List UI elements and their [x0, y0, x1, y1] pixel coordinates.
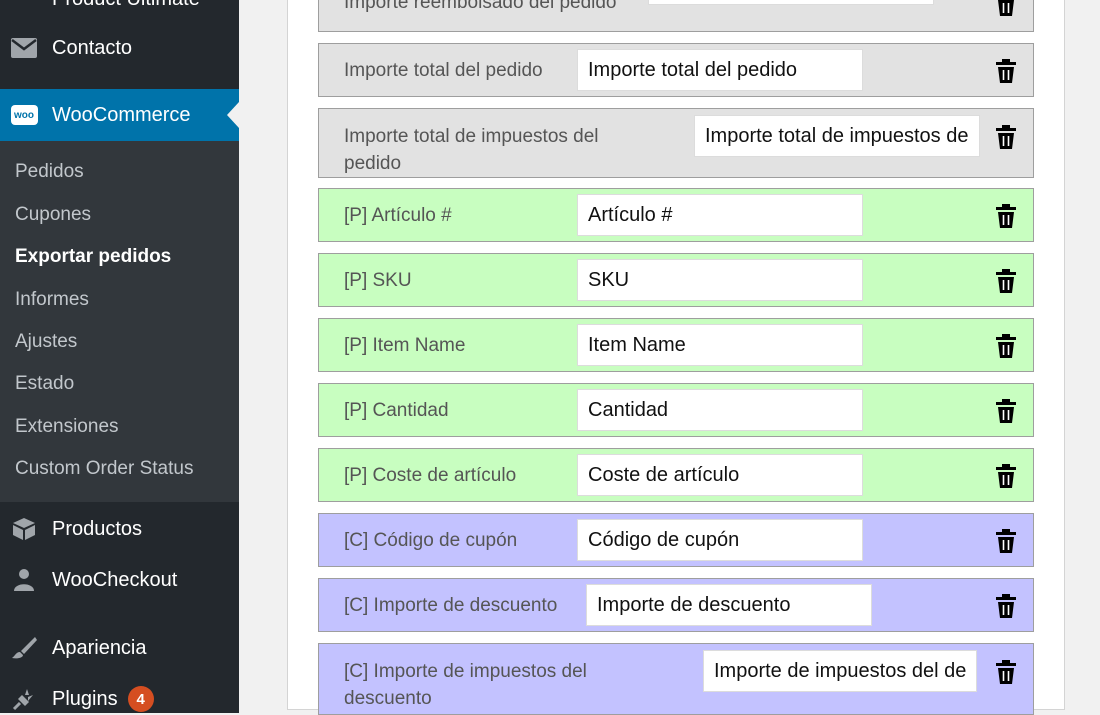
field-label: Importe reembolsado del pedido — [344, 0, 617, 13]
field-label: [P] Artículo # — [344, 205, 452, 226]
field-row[interactable]: [P] SKU — [318, 253, 1034, 307]
submenu-item-exportar-pedidos[interactable]: Exportar pedidos — [15, 246, 171, 268]
field-name-input[interactable] — [577, 519, 863, 561]
field-name-input[interactable] — [577, 324, 863, 366]
trash-icon[interactable] — [995, 593, 1017, 619]
brush-icon — [10, 634, 38, 662]
field-name-input[interactable] — [648, 0, 934, 5]
trash-icon[interactable] — [995, 58, 1017, 84]
field-label: Importe total del pedido — [344, 60, 543, 81]
field-label: [C] Código de cupón — [344, 530, 518, 551]
field-row[interactable]: [P] Cantidad — [318, 383, 1034, 437]
trash-icon[interactable] — [995, 463, 1017, 489]
field-label: [C] Importe de descuento — [344, 595, 558, 616]
woocommerce-submenu: Pedidos Cupones Exportar pedidos Informe… — [0, 141, 239, 502]
menu-label: Contacto — [52, 36, 133, 59]
woocommerce-icon: woo — [10, 101, 38, 129]
field-row[interactable]: Importe reembolsado del pedido — [318, 0, 1034, 32]
field-name-input[interactable] — [577, 194, 863, 236]
submenu-item-cupones[interactable]: Cupones — [15, 204, 91, 226]
admin-sidebar: Product Ultimate Contacto woo WooCommerc… — [0, 0, 239, 713]
trash-icon[interactable] — [995, 268, 1017, 294]
submenu-item-extensiones[interactable]: Extensiones — [15, 416, 119, 438]
field-label: [P] Cantidad — [344, 400, 449, 421]
trash-icon[interactable] — [995, 659, 1017, 685]
field-name-input[interactable] — [577, 259, 863, 301]
plug-icon — [10, 685, 38, 713]
field-name-input[interactable] — [703, 650, 977, 692]
menu-label: Plugins — [52, 687, 118, 710]
field-row[interactable]: [P] Artículo # — [318, 188, 1034, 242]
field-name-input[interactable] — [577, 454, 863, 496]
field-name-input[interactable] — [577, 389, 863, 431]
submenu-item-ajustes[interactable]: Ajustes — [15, 331, 77, 353]
field-label: [P] SKU — [344, 270, 412, 291]
update-count-badge: 4 — [127, 686, 154, 712]
field-label: [P] Coste de artículo — [344, 465, 517, 486]
field-label-line2: descuento — [344, 688, 432, 709]
trash-icon[interactable] — [995, 333, 1017, 359]
menu-item-plugins[interactable]: Plugins 4 — [0, 681, 239, 713]
submenu-item-estado[interactable]: Estado — [15, 373, 74, 395]
trash-icon[interactable] — [995, 203, 1017, 229]
field-name-input[interactable] — [577, 49, 863, 91]
menu-item-woocommerce[interactable]: woo WooCommerce — [0, 89, 239, 141]
field-row[interactable]: [C] Código de cupón — [318, 513, 1034, 567]
menu-label: Productos — [52, 517, 143, 540]
menu-item-contacto[interactable]: Contacto — [0, 30, 239, 66]
trash-icon[interactable] — [995, 124, 1017, 150]
trash-icon[interactable] — [995, 0, 1017, 17]
submenu-item-custom-order-status[interactable]: Custom Order Status — [15, 458, 193, 480]
menu-item-apariencia[interactable]: Apariencia — [0, 630, 239, 666]
field-label-line1: Importe total de impuestos del — [344, 126, 599, 147]
menu-label: WooCheckout — [52, 568, 178, 591]
trash-icon[interactable] — [995, 398, 1017, 424]
submenu-item-informes[interactable]: Informes — [15, 289, 89, 311]
user-icon — [10, 566, 38, 594]
woocommerce-icon-text: woo — [10, 105, 38, 125]
product-icon — [10, 0, 38, 13]
field-name-input[interactable] — [586, 584, 872, 626]
envelope-icon — [10, 34, 38, 62]
field-row[interactable]: Importe total del pedido — [318, 43, 1034, 97]
field-label-line1: [C] Importe de impuestos del — [344, 661, 587, 682]
menu-item-product-ultimate[interactable]: Product Ultimate — [0, 0, 239, 14]
field-row[interactable]: [C] Importe de descuento — [318, 578, 1034, 632]
trash-icon[interactable] — [995, 528, 1017, 554]
field-row[interactable]: [P] Coste de artículo — [318, 448, 1034, 502]
field-label: [P] Item Name — [344, 335, 466, 356]
menu-item-productos[interactable]: Productos — [0, 511, 239, 547]
field-row[interactable]: [C] Importe de impuestos del descuento — [318, 643, 1034, 715]
field-row[interactable]: [P] Item Name — [318, 318, 1034, 372]
menu-label: Apariencia — [52, 636, 147, 659]
field-name-input[interactable] — [694, 115, 980, 157]
menu-label: Product Ultimate — [52, 0, 200, 11]
submenu-item-pedidos[interactable]: Pedidos — [15, 161, 84, 183]
field-row[interactable]: Importe total de impuestos del pedido — [318, 108, 1034, 178]
field-label-line2: pedido — [344, 153, 402, 174]
menu-label: WooCommerce — [52, 103, 191, 126]
menu-item-woocheckout[interactable]: WooCheckout — [0, 562, 239, 598]
box-icon — [10, 515, 38, 543]
